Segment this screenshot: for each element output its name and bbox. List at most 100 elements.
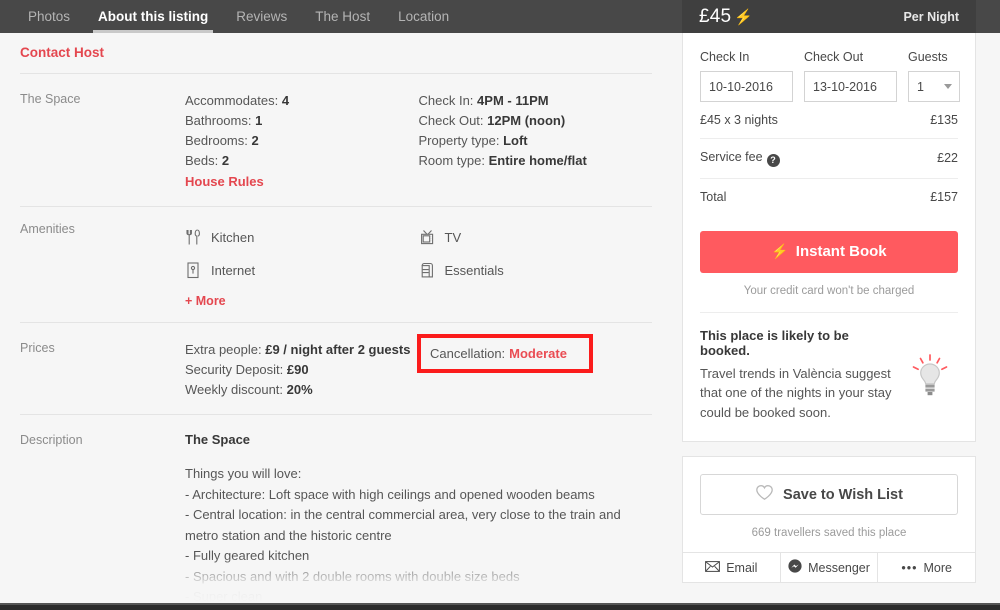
- fact-check-out: Check Out: 12PM (noon): [419, 111, 653, 131]
- section-label: The Space: [20, 92, 81, 106]
- nav-tab-label: Photos: [28, 9, 71, 24]
- bottom-window-strip: [0, 603, 1000, 610]
- fact-key: Property type:: [418, 133, 500, 148]
- house-rules-link[interactable]: House Rules: [185, 172, 264, 192]
- listing-page: Photos About this listing Reviews The Ho…: [0, 0, 1000, 610]
- nav-tab-photos[interactable]: Photos: [14, 0, 84, 33]
- fact-bedrooms: Bedrooms: 2: [185, 131, 419, 151]
- guests-select[interactable]: 1: [908, 71, 960, 102]
- lightning-bolt-icon: ⚡: [771, 243, 789, 259]
- amenities-right-column: TV Essentials: [419, 221, 653, 308]
- fact-key: Accommodates:: [185, 93, 279, 108]
- booking-card-body: Check In 10-10-2016 Check Out 13-10-2016…: [683, 33, 975, 441]
- wishlist-card: Save to Wish List 669 travellers saved t…: [682, 456, 976, 583]
- section-body: Accommodates: 4 Bathrooms: 1 Bedrooms: 2…: [185, 91, 652, 192]
- amenity-essentials: Essentials: [419, 254, 653, 287]
- guests-field: Guests 1: [908, 50, 960, 102]
- share-label: Messenger: [808, 560, 870, 575]
- chevron-down-icon: [944, 84, 952, 89]
- section-label: Prices: [20, 341, 55, 355]
- fact-accommodates: Accommodates: 4: [185, 91, 419, 111]
- fact-check-in: Check In: 4PM - 11PM: [419, 91, 653, 111]
- price-header: £45 ⚡ Per Night: [682, 0, 976, 33]
- description-title: The Space: [185, 432, 251, 447]
- section-body: Kitchen Internet + More TV Essentials: [185, 221, 652, 308]
- check-out-field: Check Out 13-10-2016: [804, 50, 897, 102]
- share-email-button[interactable]: Email: [683, 553, 781, 582]
- amenity-label: Kitchen: [211, 230, 255, 245]
- fact-key: Room type:: [418, 153, 485, 168]
- booking-sidebar: Check In 10-10-2016 Check Out 13-10-2016…: [682, 33, 976, 583]
- check-out-label: Check Out: [804, 50, 864, 64]
- line-label-wrap: Service fee?: [700, 150, 780, 167]
- fact-value: 20%: [286, 382, 313, 397]
- nav-tab-about-this-listing[interactable]: About this listing: [84, 0, 222, 33]
- contact-host-link[interactable]: Contact Host: [20, 33, 652, 73]
- likely-body: Travel trends in València suggest that o…: [700, 365, 892, 420]
- fact-value: 4: [281, 93, 290, 108]
- fact-value: Entire home/flat: [488, 153, 587, 168]
- fact-key: Beds:: [185, 153, 219, 168]
- line-amount: £22: [937, 151, 958, 166]
- description-body: Things you will love: - Architecture: Lo…: [185, 464, 652, 610]
- description-line: - Fully geared kitchen: [185, 548, 310, 563]
- check-in-input[interactable]: 10-10-2016: [700, 71, 793, 102]
- section-label: Amenities: [20, 222, 75, 236]
- nav-tab-the-host[interactable]: The Host: [301, 0, 384, 33]
- section-description: Description The Space Things you will lo…: [20, 414, 652, 610]
- nav-tab-label: The Host: [315, 9, 371, 24]
- nav-tab-label: Reviews: [236, 9, 288, 24]
- fact-key: Weekly discount:: [185, 382, 284, 397]
- ellipsis-icon: •••: [901, 560, 918, 575]
- guests-label: Guests: [908, 50, 948, 64]
- booking-fields: Check In 10-10-2016 Check Out 13-10-2016…: [700, 50, 960, 102]
- router-icon: [185, 261, 211, 280]
- check-in-label: Check In: [700, 50, 750, 64]
- price-security-deposit: Security Deposit: £90: [185, 360, 419, 380]
- line-label: £45 x 3 nights: [700, 113, 778, 127]
- amenities-more-link[interactable]: + More: [185, 294, 419, 308]
- messenger-icon: [788, 559, 802, 576]
- nav-tab-label: Location: [398, 9, 450, 24]
- lightbulb-icon: [902, 328, 958, 423]
- amenity-kitchen: Kitchen: [185, 221, 419, 254]
- share-label: More: [923, 560, 952, 575]
- help-icon[interactable]: ?: [766, 153, 780, 167]
- share-more-button[interactable]: ••• More: [878, 553, 976, 582]
- description-line: Things you will love:: [185, 466, 302, 481]
- line-amount: £157: [930, 189, 958, 204]
- fact-value: 2: [221, 153, 230, 168]
- wishlist-label: Save to Wish List: [783, 486, 903, 503]
- price-per-night-label: Per Night: [903, 9, 959, 24]
- line-label: Total: [700, 189, 727, 204]
- amenities-left-column: Kitchen Internet + More: [185, 221, 419, 308]
- instant-book-button[interactable]: ⚡ Instant Book: [700, 230, 958, 273]
- share-bar: Email Messenger ••• More: [683, 552, 976, 582]
- check-out-input[interactable]: 13-10-2016: [804, 71, 897, 102]
- envelope-icon: [705, 560, 721, 575]
- fact-value: £90: [286, 362, 309, 377]
- description-line: - Central location: in the central comme…: [185, 507, 621, 543]
- fact-key: Check In:: [418, 93, 474, 108]
- fact-room-type: Room type: Entire home/flat: [419, 151, 653, 171]
- nav-tab-location[interactable]: Location: [384, 0, 463, 33]
- nav-tab-label: About this listing: [98, 9, 209, 24]
- save-to-wish-list-button[interactable]: Save to Wish List: [700, 474, 958, 515]
- wishlist-savers-count: 669 travellers saved this place: [751, 527, 907, 539]
- nav-tab-reviews[interactable]: Reviews: [222, 0, 301, 33]
- heart-outline-icon: [755, 484, 774, 505]
- lightning-bolt-icon: ⚡: [734, 8, 753, 26]
- fact-value: 12PM (noon): [487, 113, 566, 128]
- cancellation-annotation-box: Cancellation: Moderate: [417, 334, 593, 373]
- instant-book-label: Instant Book: [795, 243, 887, 260]
- price-amount-wrap: £45 ⚡: [699, 6, 753, 28]
- section-the-space: The Space Accommodates: 4 Bathrooms: 1 B…: [20, 73, 652, 206]
- share-messenger-button[interactable]: Messenger: [780, 553, 879, 582]
- wishlist-body: Save to Wish List 669 travellers saved t…: [683, 457, 975, 552]
- fact-key: Bedrooms:: [185, 133, 248, 148]
- section-body: The Space Things you will love: - Archit…: [185, 432, 652, 610]
- prices-left-column: Extra people: £9 / night after 2 guests …: [185, 340, 419, 400]
- price-extra-people: Extra people: £9 / night after 2 guests: [185, 340, 419, 360]
- line-service-fee: Service fee? £22: [700, 139, 958, 179]
- booking-card: Check In 10-10-2016 Check Out 13-10-2016…: [682, 33, 976, 442]
